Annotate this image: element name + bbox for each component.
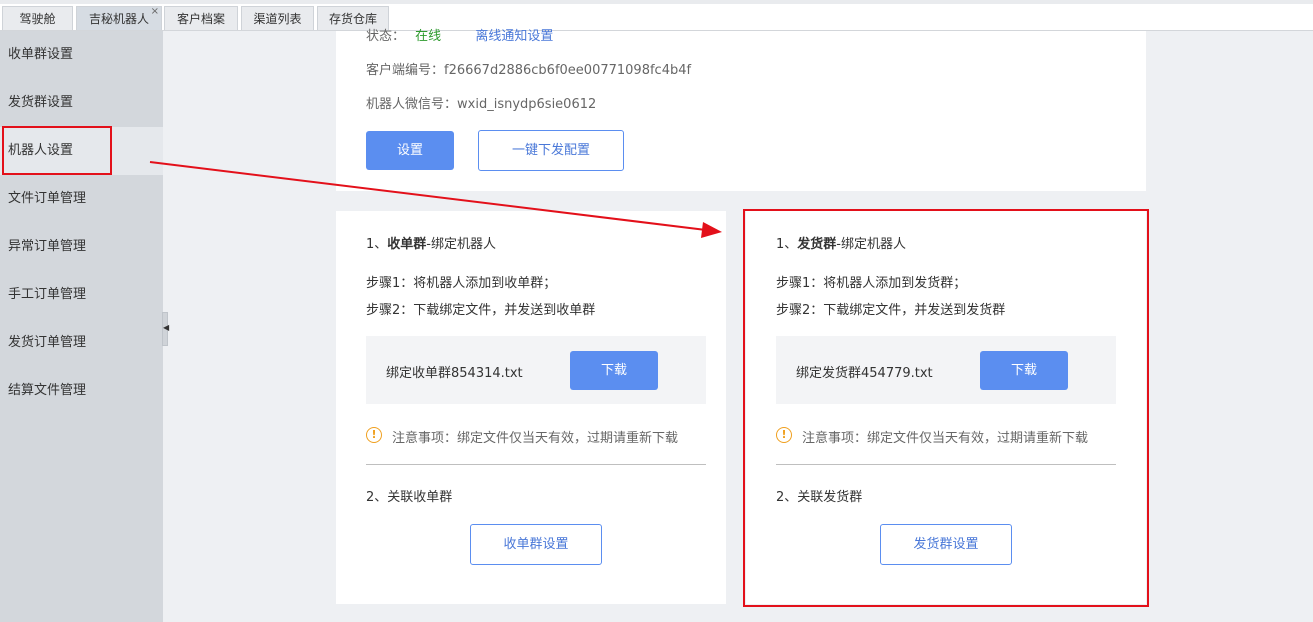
annotation-arrow-line	[149, 161, 707, 231]
annotation-arrow	[149, 161, 722, 238]
annotation-arrow-head	[701, 222, 722, 238]
